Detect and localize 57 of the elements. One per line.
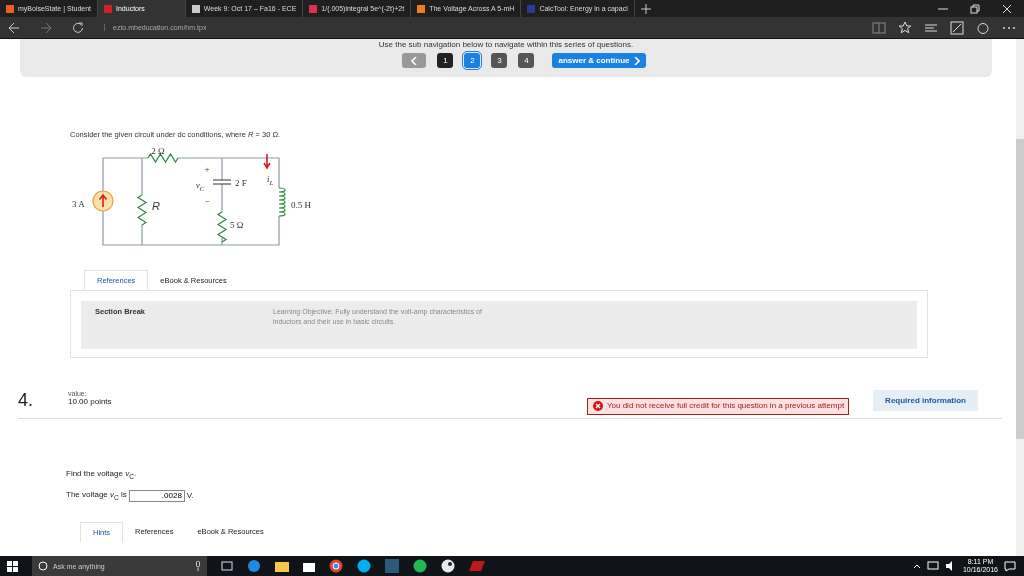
- pen-icon[interactable]: [950, 20, 964, 35]
- caret-icon[interactable]: [912, 563, 921, 569]
- circuit-label: v$_{C}$: [195, 180, 205, 193]
- question-number-button[interactable]: 3: [491, 53, 508, 68]
- required-information-button[interactable]: Required information: [873, 390, 978, 411]
- notification-icon[interactable]: [1004, 560, 1016, 572]
- forward-icon[interactable]: [40, 21, 52, 34]
- search-icon: [38, 561, 48, 571]
- previous-button[interactable]: [402, 53, 427, 68]
- back-icon[interactable]: [8, 21, 20, 34]
- capacitor-icon: [212, 179, 232, 185]
- current-source-icon: [92, 190, 114, 212]
- more-icon[interactable]: [1002, 25, 1016, 30]
- question-number: 4.: [18, 390, 34, 411]
- nav-hint: Use the sub navigation below to navigate within this series of questions.: [378, 40, 634, 50]
- current-arrow-icon: [263, 153, 271, 170]
- circuit-label: 3 A: [72, 199, 85, 209]
- restore-icon[interactable]: [970, 3, 980, 14]
- question-number-button[interactable]: 1: [437, 53, 454, 68]
- circuit-label: 0.5 H: [291, 200, 311, 210]
- scrollbar[interactable]: [1016, 39, 1024, 556]
- inductor-icon: [278, 187, 286, 217]
- store-icon[interactable]: [303, 560, 315, 572]
- chrome-icon[interactable]: [329, 559, 343, 573]
- unit-label: V.: [186, 491, 194, 501]
- circuit-label: −: [204, 196, 210, 206]
- circuit-label: i$_{L}$: [267, 174, 274, 187]
- chevron-right-icon: [633, 56, 640, 65]
- circuit-label: 2 F: [235, 178, 247, 188]
- circuit-label: +: [204, 164, 210, 174]
- chevron-left-icon: [411, 56, 418, 65]
- error-icon: [592, 401, 603, 411]
- resistor-icon: [136, 194, 148, 226]
- points-text: 10.00 points: [68, 397, 112, 406]
- circuit-label: R: [152, 200, 160, 212]
- resistor-icon: [216, 211, 228, 243]
- answer-field[interactable]: .0028: [128, 489, 185, 502]
- question-number-button[interactable]: 2: [464, 53, 481, 68]
- refresh-icon[interactable]: [72, 21, 84, 34]
- question-number-button[interactable]: 4: [518, 53, 535, 68]
- alert-text: You did not receive full credit for this question in a previous attempt: [606, 401, 845, 410]
- game-app-icon[interactable]: [469, 560, 485, 572]
- circuit-label: 5 Ω: [230, 220, 244, 230]
- task-view-icon[interactable]: [221, 561, 233, 571]
- resistor-icon: [147, 152, 179, 164]
- close-icon[interactable]: [1002, 3, 1012, 14]
- scroll-thumb[interactable]: [1016, 139, 1024, 439]
- answer-label: The voltage v$_{C}$ is: [66, 490, 127, 501]
- folder-icon[interactable]: [275, 560, 289, 572]
- star-icon[interactable]: [898, 20, 912, 35]
- answer-continue-button[interactable]: answer & continue: [552, 53, 646, 68]
- windows-start-icon[interactable]: [7, 560, 18, 572]
- question-prompt: Find the voltage v$_{C}$.: [66, 469, 138, 480]
- circuit-label: 2 Ω: [151, 146, 165, 156]
- microphone-icon[interactable]: [195, 561, 201, 571]
- book-icon[interactable]: [872, 21, 886, 34]
- menu-icon[interactable]: [924, 21, 938, 34]
